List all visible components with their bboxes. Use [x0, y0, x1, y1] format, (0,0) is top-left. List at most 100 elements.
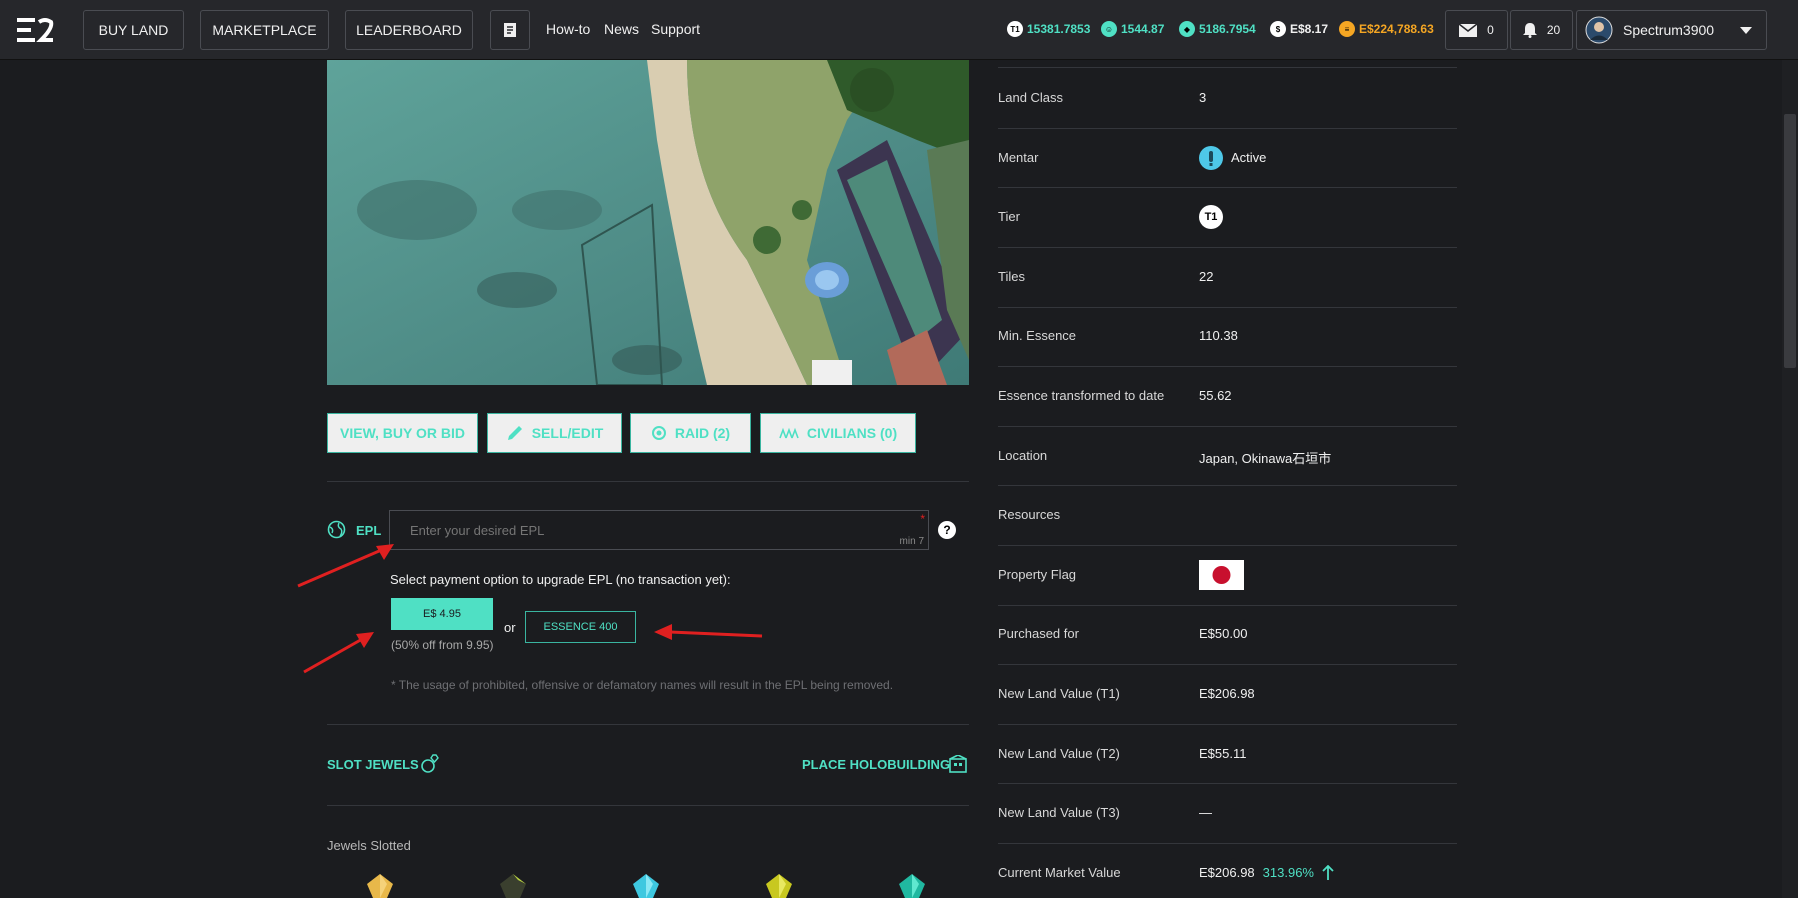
stat-civilians: ☺ 1544.87	[1101, 21, 1164, 37]
annotation-arrow	[297, 544, 394, 588]
detail-label: Essence transformed to date	[998, 388, 1165, 403]
detail-value: E$55.11	[1199, 745, 1247, 761]
help-icon[interactable]: ?	[938, 521, 956, 539]
row-divider	[998, 485, 1457, 487]
support-link[interactable]: Support	[651, 21, 700, 37]
jewel-icon[interactable]	[500, 874, 526, 898]
row-divider	[998, 783, 1457, 785]
mail-button[interactable]: 0	[1445, 10, 1508, 50]
or-label: or	[504, 620, 516, 635]
detail-value: Japan, Okinawa石垣市	[1199, 450, 1332, 466]
detail-value: Active	[1199, 145, 1266, 170]
detail-label: Mentar	[998, 149, 1039, 165]
row-divider	[998, 425, 1457, 427]
epl-input-wrapper: * min 7	[389, 510, 929, 550]
row-divider	[998, 67, 1457, 68]
row-divider	[998, 545, 1457, 546]
row-divider	[998, 187, 1457, 189]
news-link[interactable]: News	[604, 21, 639, 37]
sell-edit-button[interactable]: SELL/EDIT	[487, 413, 622, 453]
pencil-icon	[507, 426, 522, 440]
pay-es-button[interactable]: E$ 4.95	[391, 598, 493, 630]
tier-badge: T1	[1199, 205, 1223, 230]
notification-count: 20	[1546, 23, 1561, 37]
dollar-icon: $	[1270, 21, 1286, 37]
mentar-icon	[1199, 145, 1223, 170]
place-holobuilding-link[interactable]: PLACE HOLOBUILDING	[802, 757, 950, 772]
detail-value: 22	[1199, 268, 1214, 284]
section-divider	[327, 481, 969, 482]
japan-flag-icon	[1199, 559, 1244, 593]
epl-label: EPL	[356, 523, 382, 538]
building-icon[interactable]	[948, 755, 968, 773]
market-change-percent: 313.96%	[1262, 865, 1314, 881]
document-button[interactable]	[490, 10, 530, 50]
pay-essence-button[interactable]: ESSENCE 400	[525, 611, 636, 643]
detail-label: Property Flag	[998, 566, 1077, 582]
detail-label: Purchased for	[998, 626, 1079, 642]
row-divider	[998, 664, 1457, 666]
view-buy-bid-button[interactable]: VIEW, BUY OR BID	[327, 413, 478, 453]
leaderboard-button[interactable]: LEADERBOARD	[345, 10, 473, 50]
row-divider	[998, 843, 1457, 844]
jewel-icon[interactable]	[367, 874, 393, 898]
required-mark: *	[920, 512, 925, 526]
epl-notice: * The usage of prohibited, offensive or …	[391, 678, 894, 692]
raid-button[interactable]: RAID (2)	[630, 413, 751, 453]
detail-value: 55.62	[1199, 388, 1232, 403]
stat-t1: T1 15381.7853	[1007, 21, 1090, 37]
section-divider	[327, 724, 969, 725]
row-divider	[998, 306, 1457, 308]
jewel-icon[interactable]	[899, 874, 925, 898]
coin-icon: ≡	[1339, 21, 1355, 37]
row-divider	[998, 127, 1457, 129]
detail-value: —	[1199, 805, 1212, 821]
marketplace-button[interactable]: MARKETPLACE	[200, 10, 329, 50]
stat-es-dollar: $ E$8.17	[1270, 21, 1328, 37]
stat-essence: ◆ 5186.7954	[1179, 21, 1256, 37]
mail-icon	[1459, 23, 1478, 37]
min-length-hint: min 7	[899, 536, 924, 547]
stat-es-balance: ≡ E$224,788.63	[1339, 21, 1434, 37]
detail-label: Land Class	[998, 90, 1064, 105]
chevron-down-icon	[1740, 26, 1752, 34]
username: Spectrum3900	[1623, 22, 1715, 38]
mail-count: 0	[1487, 23, 1494, 37]
row-divider	[998, 247, 1457, 248]
row-divider	[998, 604, 1457, 606]
user-menu[interactable]: Spectrum3900	[1576, 10, 1767, 50]
payment-prompt: Select payment option to upgrade EPL (no…	[390, 572, 731, 587]
jewel-slot-icon[interactable]	[419, 753, 441, 775]
civilians-button[interactable]: CIVILIANS (0)	[760, 413, 916, 453]
detail-value: E$50.00	[1199, 626, 1248, 642]
t1-icon: T1	[1007, 21, 1023, 37]
detail-label: Location	[998, 447, 1048, 463]
jewels-slotted-label: Jewels Slotted	[327, 838, 411, 853]
jewel-icon[interactable]	[633, 874, 659, 898]
detail-label: New Land Value (T3)	[998, 805, 1120, 821]
slot-jewels-link[interactable]: SLOT JEWELS	[327, 757, 419, 772]
detail-label: New Land Value (T2)	[998, 745, 1120, 761]
detail-label: Tiles	[998, 268, 1025, 284]
detail-label: Current Market Value	[998, 864, 1121, 880]
scrollbar-thumb[interactable]	[1784, 114, 1796, 368]
detail-label: New Land Value (T1)	[998, 686, 1120, 701]
land-satellite-image	[327, 60, 969, 385]
howto-link[interactable]: How-to	[546, 21, 590, 37]
row-divider	[998, 366, 1457, 368]
bell-icon	[1522, 23, 1537, 38]
detail-value: E$206.98	[1199, 686, 1255, 701]
detail-label: Tier	[998, 209, 1020, 225]
notifications-button[interactable]: 20	[1510, 10, 1573, 50]
annotation-arrow	[303, 632, 374, 674]
row-divider	[998, 723, 1457, 725]
civilians-icon	[779, 427, 799, 439]
jewel-icon[interactable]	[766, 874, 792, 898]
document-icon	[504, 23, 516, 37]
arrow-up-icon	[1322, 864, 1334, 880]
detail-value: 3	[1199, 90, 1207, 105]
discount-note: (50% off from 9.95)	[391, 638, 494, 652]
epl-input[interactable]	[390, 511, 928, 549]
buy-land-button[interactable]: BUY LAND	[83, 10, 184, 50]
e2-logo[interactable]	[15, 16, 55, 44]
